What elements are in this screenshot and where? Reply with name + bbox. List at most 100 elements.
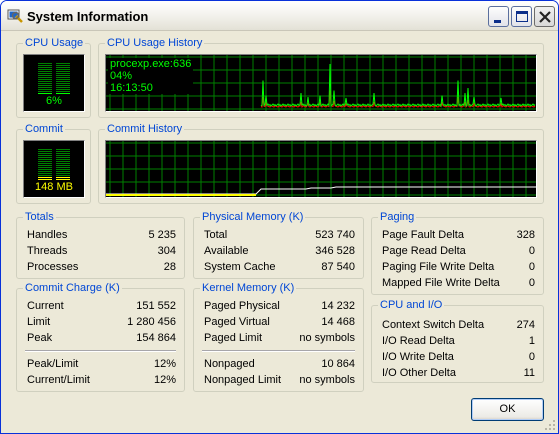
cpu-meter-segment xyxy=(38,71,52,72)
commit-meter-segment xyxy=(56,151,70,152)
paging-row-mapped-file-write: Mapped File Write Delta 0 xyxy=(382,275,535,291)
minimize-icon xyxy=(494,20,501,23)
system-cache-value: 87 540 xyxy=(321,261,355,273)
page-read-delta-value: 0 xyxy=(528,245,535,257)
paged-limit-value: no symbols xyxy=(299,332,355,344)
commit-history-label: Commit History xyxy=(105,122,185,136)
cpu-meter-segment xyxy=(38,91,52,92)
io-write-delta-value: 0 xyxy=(528,351,535,363)
close-button[interactable] xyxy=(534,6,555,27)
physical-memory-label: Physical Memory (K) xyxy=(200,210,306,224)
io-write-delta-label: I/O Write Delta xyxy=(382,351,454,363)
paging-file-write-delta-value: 0 xyxy=(528,261,535,273)
commit-meter-segment xyxy=(38,157,52,158)
commit-meter-segment xyxy=(38,159,52,160)
peak-limit-label: Peak/Limit xyxy=(27,358,79,370)
peak-value: 154 864 xyxy=(136,332,176,344)
totals-label: Totals xyxy=(23,210,56,224)
processes-label: Processes xyxy=(27,261,79,273)
page-fault-delta-label: Page Fault Delta xyxy=(382,229,464,241)
commit-charge-row-current-limit: Current/Limit 12% xyxy=(27,372,176,388)
nonpaged-limit-label: Nonpaged Limit xyxy=(204,374,282,386)
limit-value: 1 280 456 xyxy=(127,316,176,328)
commit-meter-segment xyxy=(38,171,52,172)
peak-limit-value: 12% xyxy=(153,358,176,370)
cpu-meter-segment xyxy=(56,67,70,68)
commit-meter-segment xyxy=(56,163,70,164)
commit-value: 148 MB xyxy=(35,181,73,193)
handles-value: 5 235 xyxy=(148,229,176,241)
commit-meter-segment xyxy=(38,155,52,156)
cpu-meter-segment xyxy=(38,81,52,82)
totals-row-handles: Handles 5 235 xyxy=(27,227,176,243)
handles-label: Handles xyxy=(27,229,68,241)
page-fault-delta-value: 328 xyxy=(516,229,535,241)
cpu-io-row-io-write: I/O Write Delta 0 xyxy=(382,349,535,365)
totals-group: Totals Handles 5 235 Threads 304 Process… xyxy=(16,210,185,279)
available-value: 346 528 xyxy=(315,245,355,257)
current-label: Current xyxy=(27,300,64,312)
io-read-delta-value: 1 xyxy=(528,335,535,347)
commit-meter-segment xyxy=(56,155,70,156)
nonpaged-label: Nonpaged xyxy=(204,358,255,370)
commit-charge-row-current: Current 151 552 xyxy=(27,298,176,314)
close-icon xyxy=(539,11,551,23)
paging-file-write-delta-label: Paging File Write Delta xyxy=(382,261,495,273)
commit-meter-segment xyxy=(38,177,52,178)
commit-meter-segment xyxy=(56,175,70,176)
maximize-icon xyxy=(516,11,528,22)
paged-physical-label: Paged Physical xyxy=(204,300,280,312)
paged-physical-value: 14 232 xyxy=(321,300,355,312)
commit-meter-segment xyxy=(38,161,52,162)
commit-meter-segment xyxy=(56,167,70,168)
commit-charge-label: Commit Charge (K) xyxy=(23,281,122,295)
totals-row-threads: Threads 304 xyxy=(27,243,176,259)
commit-charge-group: Commit Charge (K) Current 151 552 Limit … xyxy=(16,281,185,392)
commit-group: Commit 148 MB xyxy=(16,122,91,204)
kernel-memory-row-paged-physical: Paged Physical 14 232 xyxy=(204,298,355,314)
cpu-history-tooltip: procexp.exe:636 04% 16:13:50 xyxy=(108,58,194,94)
cpu-meter-segment xyxy=(38,89,52,90)
cpu-io-row-context-switch: Context Switch Delta 274 xyxy=(382,317,535,333)
physical-memory-row-total: Total 523 740 xyxy=(204,227,355,243)
current-value: 151 552 xyxy=(136,300,176,312)
kernel-memory-divider xyxy=(202,350,355,352)
system-information-window: System Information CPU Usage 6% CPU Usag xyxy=(0,0,559,434)
paged-limit-label: Paged Limit xyxy=(204,332,263,344)
commit-meter-segment xyxy=(56,161,70,162)
maximize-button[interactable] xyxy=(511,6,532,27)
cpu-io-group: CPU and I/O Context Switch Delta 274 I/O… xyxy=(371,298,544,383)
cpu-usage-history-label: CPU Usage History xyxy=(105,36,205,50)
cpu-meter-segment xyxy=(38,67,52,68)
commit-meter: 148 MB xyxy=(23,140,85,198)
cpu-io-row-io-read: I/O Read Delta 1 xyxy=(382,333,535,349)
window-title: System Information xyxy=(27,9,149,24)
commit-history-plot xyxy=(106,141,536,197)
cpu-io-row-io-other: I/O Other Delta 11 xyxy=(382,365,535,381)
current-limit-value: 12% xyxy=(153,374,176,386)
commit-meter-segment xyxy=(38,173,52,174)
commit-meter-segment xyxy=(56,177,70,178)
commit-meter-segment xyxy=(38,149,52,150)
commit-history-graph[interactable] xyxy=(105,140,537,198)
kernel-memory-row-paged-limit: Paged Limit no symbols xyxy=(204,330,355,346)
cpu-meter-segment xyxy=(38,69,52,70)
cpu-meter-segment xyxy=(56,65,70,66)
mapped-file-write-delta-value: 0 xyxy=(528,277,535,289)
nonpaged-limit-value: no symbols xyxy=(299,374,355,386)
size-grip-icon[interactable] xyxy=(544,419,556,431)
commit-meter-segment xyxy=(56,173,70,174)
commit-history-group: Commit History xyxy=(98,122,544,204)
cpu-history-graph[interactable]: procexp.exe:636 04% 16:13:50 xyxy=(105,54,537,112)
commit-label: Commit xyxy=(23,122,65,136)
ok-button[interactable]: OK xyxy=(471,398,544,421)
cpu-meter-segment xyxy=(56,75,70,76)
tooltip-time: 16:13:50 xyxy=(110,82,153,94)
cpu-usage-meter: 6% xyxy=(23,54,85,112)
minimize-button[interactable] xyxy=(488,6,509,27)
paging-group: Paging Page Fault Delta 328 Page Read De… xyxy=(371,210,544,295)
commit-charge-row-peak: Peak 154 864 xyxy=(27,330,176,346)
nonpaged-value: 10 864 xyxy=(321,358,355,370)
title-bar[interactable]: System Information xyxy=(1,1,558,31)
cpu-meter-segment xyxy=(56,83,70,84)
